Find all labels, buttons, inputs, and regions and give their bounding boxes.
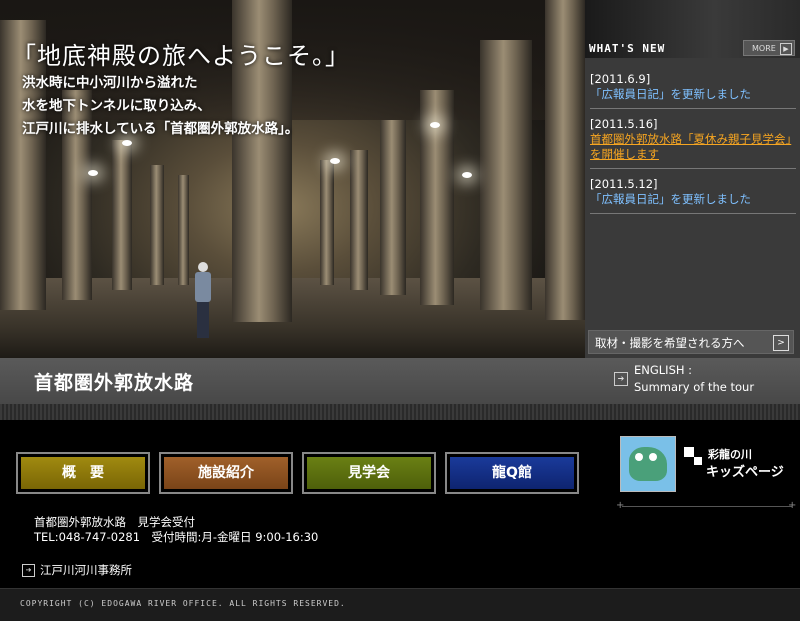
hero-title: 「地底神殿の旅へようこそ。」: [12, 42, 350, 70]
footer: COPYRIGHT (C) EDOGAWA RIVER OFFICE. ALL …: [0, 588, 800, 621]
ceiling-lamp: [88, 170, 98, 176]
pillar: [112, 140, 132, 290]
kids-line2: キッズページ: [706, 465, 784, 480]
square-decoration-icon: [684, 447, 694, 457]
more-label: MORE: [752, 44, 776, 53]
press-inquiry-link[interactable]: 取材・撮影を希望される方へ >: [588, 330, 794, 354]
pillar: [545, 0, 585, 320]
divider-stripe: [0, 404, 800, 420]
pillar: [480, 40, 532, 310]
copyright: COPYRIGHT (C) EDOGAWA RIVER OFFICE. ALL …: [20, 599, 346, 608]
hero-subtitle-line: 江戸川に排水している「首都圏外郭放水路」。: [22, 121, 299, 137]
pillar: [380, 120, 406, 295]
dragon-mascot-icon: [620, 436, 676, 492]
square-decoration-icon: [694, 457, 702, 465]
ceiling-lamp: [330, 158, 340, 164]
nav-button-overview[interactable]: 概 要: [16, 452, 150, 494]
hero-subtitle-line: 洪水時に中小河川から溢れた: [22, 75, 198, 91]
nav-label: 施設紹介: [198, 465, 254, 481]
news-date: [2011.5.12]: [590, 177, 658, 191]
ceiling-lamp: [430, 122, 440, 128]
hero-subtitle: 洪水時に中小河川から溢れた 水を地下トンネルに取り込み、 江戸川に排水している「…: [22, 72, 298, 141]
external-link-icon: ➔: [614, 372, 628, 386]
plus-icon: +: [788, 500, 797, 511]
nav-label: 概 要: [62, 465, 104, 481]
pillar: [150, 165, 164, 285]
nav-button-tour[interactable]: 見学会: [302, 452, 436, 494]
nav-label: 龍Q館: [492, 465, 532, 481]
contact-line: TEL:048-747-0281 受付時間:月-金曜日 9:00-16:30: [34, 530, 319, 544]
external-link-icon: ➔: [22, 564, 35, 577]
hero-subtitle-line: 水を地下トンネルに取り込み、: [22, 98, 211, 114]
news-item: [2011.5.16] 首都圏外郭放水路「夏休み親子見学会」を開催します: [590, 115, 796, 169]
divider-line: [622, 506, 792, 507]
pillar: [178, 175, 189, 285]
nav-button-ryuq[interactable]: 龍Q館: [445, 452, 579, 494]
ceiling-lamp: [462, 172, 472, 178]
office-label: 江戸川河川事務所: [40, 563, 132, 577]
site-title: 首都圏外郭放水路: [34, 372, 195, 394]
news-panel: WHAT'S NEW MORE ▶ [2011.6.9] 「広報員日記」を更新し…: [585, 0, 800, 358]
pillar: [350, 150, 368, 290]
news-date: [2011.6.9]: [590, 72, 651, 86]
news-header: WHAT'S NEW MORE ▶: [585, 0, 800, 58]
hero-image: 「地底神殿の旅へようこそ。」 洪水時に中小河川から溢れた 水を地下トンネルに取り…: [0, 0, 585, 358]
news-date: [2011.5.16]: [590, 117, 658, 131]
kids-page-banner[interactable]: 彩龍の川 キッズページ: [618, 434, 796, 494]
news-link[interactable]: 首都圏外郭放水路「夏休み親子見学会」を開催します: [590, 132, 796, 162]
person-figure: [192, 262, 214, 340]
arrow-right-icon: ▶: [780, 43, 792, 55]
site-name-bar: 首都圏外郭放水路 ➔ ENGLISH : Summary of the tour: [0, 358, 800, 404]
news-item: [2011.5.12] 「広報員日記」を更新しました: [590, 175, 796, 214]
arrow-right-icon: >: [773, 335, 789, 351]
news-item: [2011.6.9] 「広報員日記」を更新しました: [590, 70, 796, 109]
news-link[interactable]: 「広報員日記」を更新しました: [590, 87, 796, 102]
news-heading: WHAT'S NEW: [589, 42, 666, 55]
kids-line1: 彩龍の川: [708, 448, 752, 461]
pillar: [320, 160, 334, 285]
nav-button-facilities[interactable]: 施設紹介: [159, 452, 293, 494]
plus-icon: +: [616, 500, 625, 511]
news-link[interactable]: 「広報員日記」を更新しました: [590, 192, 796, 207]
press-inquiry-label: 取材・撮影を希望される方へ: [595, 336, 745, 350]
contact-line: 首都圏外郭放水路 見学会受付: [34, 515, 195, 529]
more-button[interactable]: MORE ▶: [743, 40, 795, 56]
contact-info: 首都圏外郭放水路 見学会受付 TEL:048-747-0281 受付時間:月-金…: [34, 515, 318, 545]
english-label: ENGLISH :: [634, 363, 693, 377]
news-list: [2011.6.9] 「広報員日記」を更新しました [2011.5.16] 首都…: [590, 70, 796, 220]
nav-label: 見学会: [348, 465, 390, 481]
english-summary: Summary of the tour: [634, 380, 755, 394]
